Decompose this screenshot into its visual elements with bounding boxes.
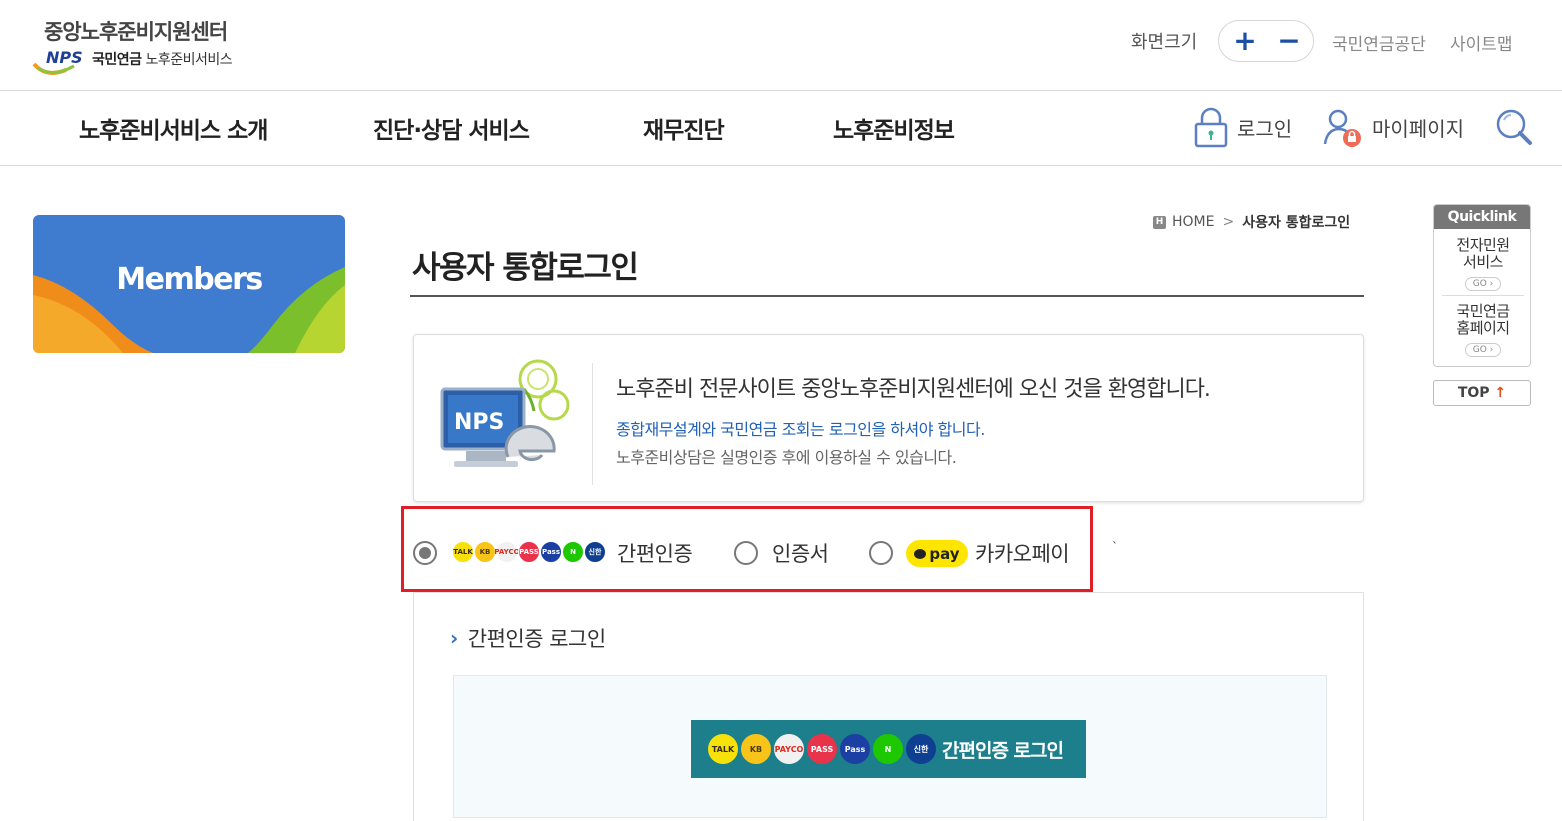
home-icon: H <box>1153 215 1166 229</box>
site-logo[interactable]: 중앙노후준비지원센터 NPS 국민연금 노후준비서비스 <box>32 16 272 78</box>
quicklink-panel: Quicklink 전자민원 서비스 GO › 국민연금 홈페이지 GO › <box>1433 204 1531 367</box>
auth-provider-icon: TALK <box>452 541 474 563</box>
nps-monitor-icon: NPS <box>440 359 570 467</box>
breadcrumb-home[interactable]: HOME <box>1172 214 1214 230</box>
kakaopay-label[interactable]: 카카오페이 <box>975 538 1070 568</box>
quicklink-e-civil[interactable]: 전자민원 서비스 GO › <box>1434 237 1532 291</box>
sitemap-link[interactable]: 사이트맵 <box>1450 30 1513 55</box>
auth-provider-icon: Pass <box>839 733 871 765</box>
auth-provider-icon: N <box>872 733 904 765</box>
top-bar: 중앙노후준비지원센터 NPS 국민연금 노후준비서비스 화면크기 + − 국민연… <box>0 0 1562 91</box>
simple-auth-provider-icons: TALK KB PAYCO PASS Pass N 신한 <box>452 541 606 563</box>
font-size-control: + − <box>1218 20 1314 62</box>
logo-title: 중앙노후준비지원센터 <box>44 20 228 44</box>
simple-auth-login-panel: › 간편인증 로그인 TALK KB PAYCO PASS Pass N 신한 간편인증 로… <box>413 592 1364 821</box>
welcome-box: NPS 노후준비 전문사이트 중앙노후준비지원센터에 오신 것을 환영합니다. … <box>413 334 1364 502</box>
welcome-consult-notice: 노후준비상담은 실명인증 후에 이용하실 수 있습니다. <box>616 448 957 467</box>
members-label: Members <box>116 262 263 297</box>
login-heading-text: 간편인증 로그인 <box>467 627 606 651</box>
kakaopay-badge: pay <box>906 540 968 567</box>
certificate-label[interactable]: 인증서 <box>772 538 829 568</box>
page-title: 사용자 통합로그인 <box>412 250 639 286</box>
arrow-up-icon: ↑ <box>1494 385 1507 401</box>
quicklink-nps-home[interactable]: 국민연금 홈페이지 GO › <box>1434 303 1532 357</box>
radio-certificate[interactable] <box>734 541 758 565</box>
login-button-label: 간편인증 로그인 <box>942 739 1064 762</box>
nps-home-link[interactable]: 국민연금공단 <box>1332 30 1426 55</box>
auth-provider-icon: PASS <box>806 733 838 765</box>
welcome-login-notice: 종합재무설계와 국민연금 조회는 로그인을 하셔야 합니다. <box>616 420 985 439</box>
login-heading: › 간편인증 로그인 <box>450 623 606 653</box>
auth-provider-icon: PAYCO <box>494 541 520 563</box>
gnb-item-diagnosis[interactable]: 진단·상담 서비스 <box>373 111 530 145</box>
kakao-bubble-icon <box>914 548 927 559</box>
mypage-link[interactable]: 마이페이지 <box>1322 105 1464 149</box>
search-icon[interactable] <box>1494 107 1534 147</box>
logo-subline: NPS 국민연금 노후준비서비스 <box>32 46 272 76</box>
members-banner: Members <box>33 215 345 353</box>
auth-provider-icon: N <box>562 541 584 563</box>
lock-icon <box>1194 107 1228 148</box>
auth-provider-icon: KB <box>474 541 496 563</box>
simple-auth-label[interactable]: 간편인증 <box>617 538 693 568</box>
login-inner-box: TALK KB PAYCO PASS Pass N 신한 간편인증 로그인 <box>453 675 1327 818</box>
radio-simple-auth[interactable] <box>413 541 437 565</box>
gnb-item-info[interactable]: 노후준비정보 <box>833 111 955 145</box>
welcome-divider <box>592 363 593 485</box>
login-link[interactable]: 로그인 <box>1193 105 1292 149</box>
gnb-item-service-intro[interactable]: 노후준비서비스 소개 <box>79 111 268 145</box>
quicklink-go-button[interactable]: GO › <box>1465 343 1501 357</box>
radio-kakaopay[interactable] <box>869 541 893 565</box>
quicklink-nps-home-label: 국민연금 홈페이지 <box>1456 302 1510 337</box>
auth-provider-icon: TALK <box>707 733 739 765</box>
quicklink-header: Quicklink <box>1434 205 1530 229</box>
breadcrumb-separator: > <box>1222 214 1235 230</box>
font-size-label: 화면크기 <box>1131 32 1198 53</box>
quicklink-go-button[interactable]: GO › <box>1465 277 1501 291</box>
quicklink-e-civil-label: 전자민원 서비스 <box>1456 236 1510 271</box>
user-lock-icon <box>1323 109 1361 147</box>
auth-provider-icon: PAYCO <box>773 733 805 765</box>
scroll-top-button[interactable]: TOP ↑ <box>1433 380 1531 406</box>
svg-text:NPS: NPS <box>454 410 504 435</box>
logo-subtext: 국민연금 노후준비서비스 <box>92 52 233 68</box>
breadcrumb-current: 사용자 통합로그인 <box>1242 215 1351 231</box>
quicklink-divider <box>1442 295 1524 296</box>
auth-provider-icon: 신한 <box>905 733 937 765</box>
auth-provider-icon: Pass <box>540 541 562 563</box>
auth-provider-icon: KB <box>740 733 772 765</box>
gnb-item-financial[interactable]: 재무진단 <box>643 111 725 145</box>
simple-auth-login-button[interactable]: TALK KB PAYCO PASS Pass N 신한 간편인증 로그인 <box>691 720 1086 778</box>
stray-mark: ` <box>1112 540 1118 554</box>
auth-provider-icon: 신한 <box>584 541 606 563</box>
breadcrumb: H HOME > 사용자 통합로그인 <box>1153 212 1350 232</box>
title-underline <box>410 295 1364 297</box>
mypage-label: 마이페이지 <box>1372 116 1464 141</box>
auth-provider-icon: PASS <box>518 541 540 563</box>
main-navigation: 노후준비서비스 소개 진단·상담 서비스 재무진단 노후준비정보 로그인 마이페… <box>0 91 1562 166</box>
login-button-provider-icons: TALK KB PAYCO PASS Pass N 신한 <box>707 733 938 765</box>
login-label: 로그인 <box>1237 116 1293 141</box>
font-increase-button[interactable]: + <box>1230 26 1260 56</box>
font-decrease-button[interactable]: − <box>1274 26 1304 56</box>
logo-nps: NPS <box>46 48 83 67</box>
chevron-right-icon: › <box>450 626 458 650</box>
welcome-title: 노후준비 전문사이트 중앙노후준비지원센터에 오신 것을 환영합니다. <box>616 377 1211 402</box>
